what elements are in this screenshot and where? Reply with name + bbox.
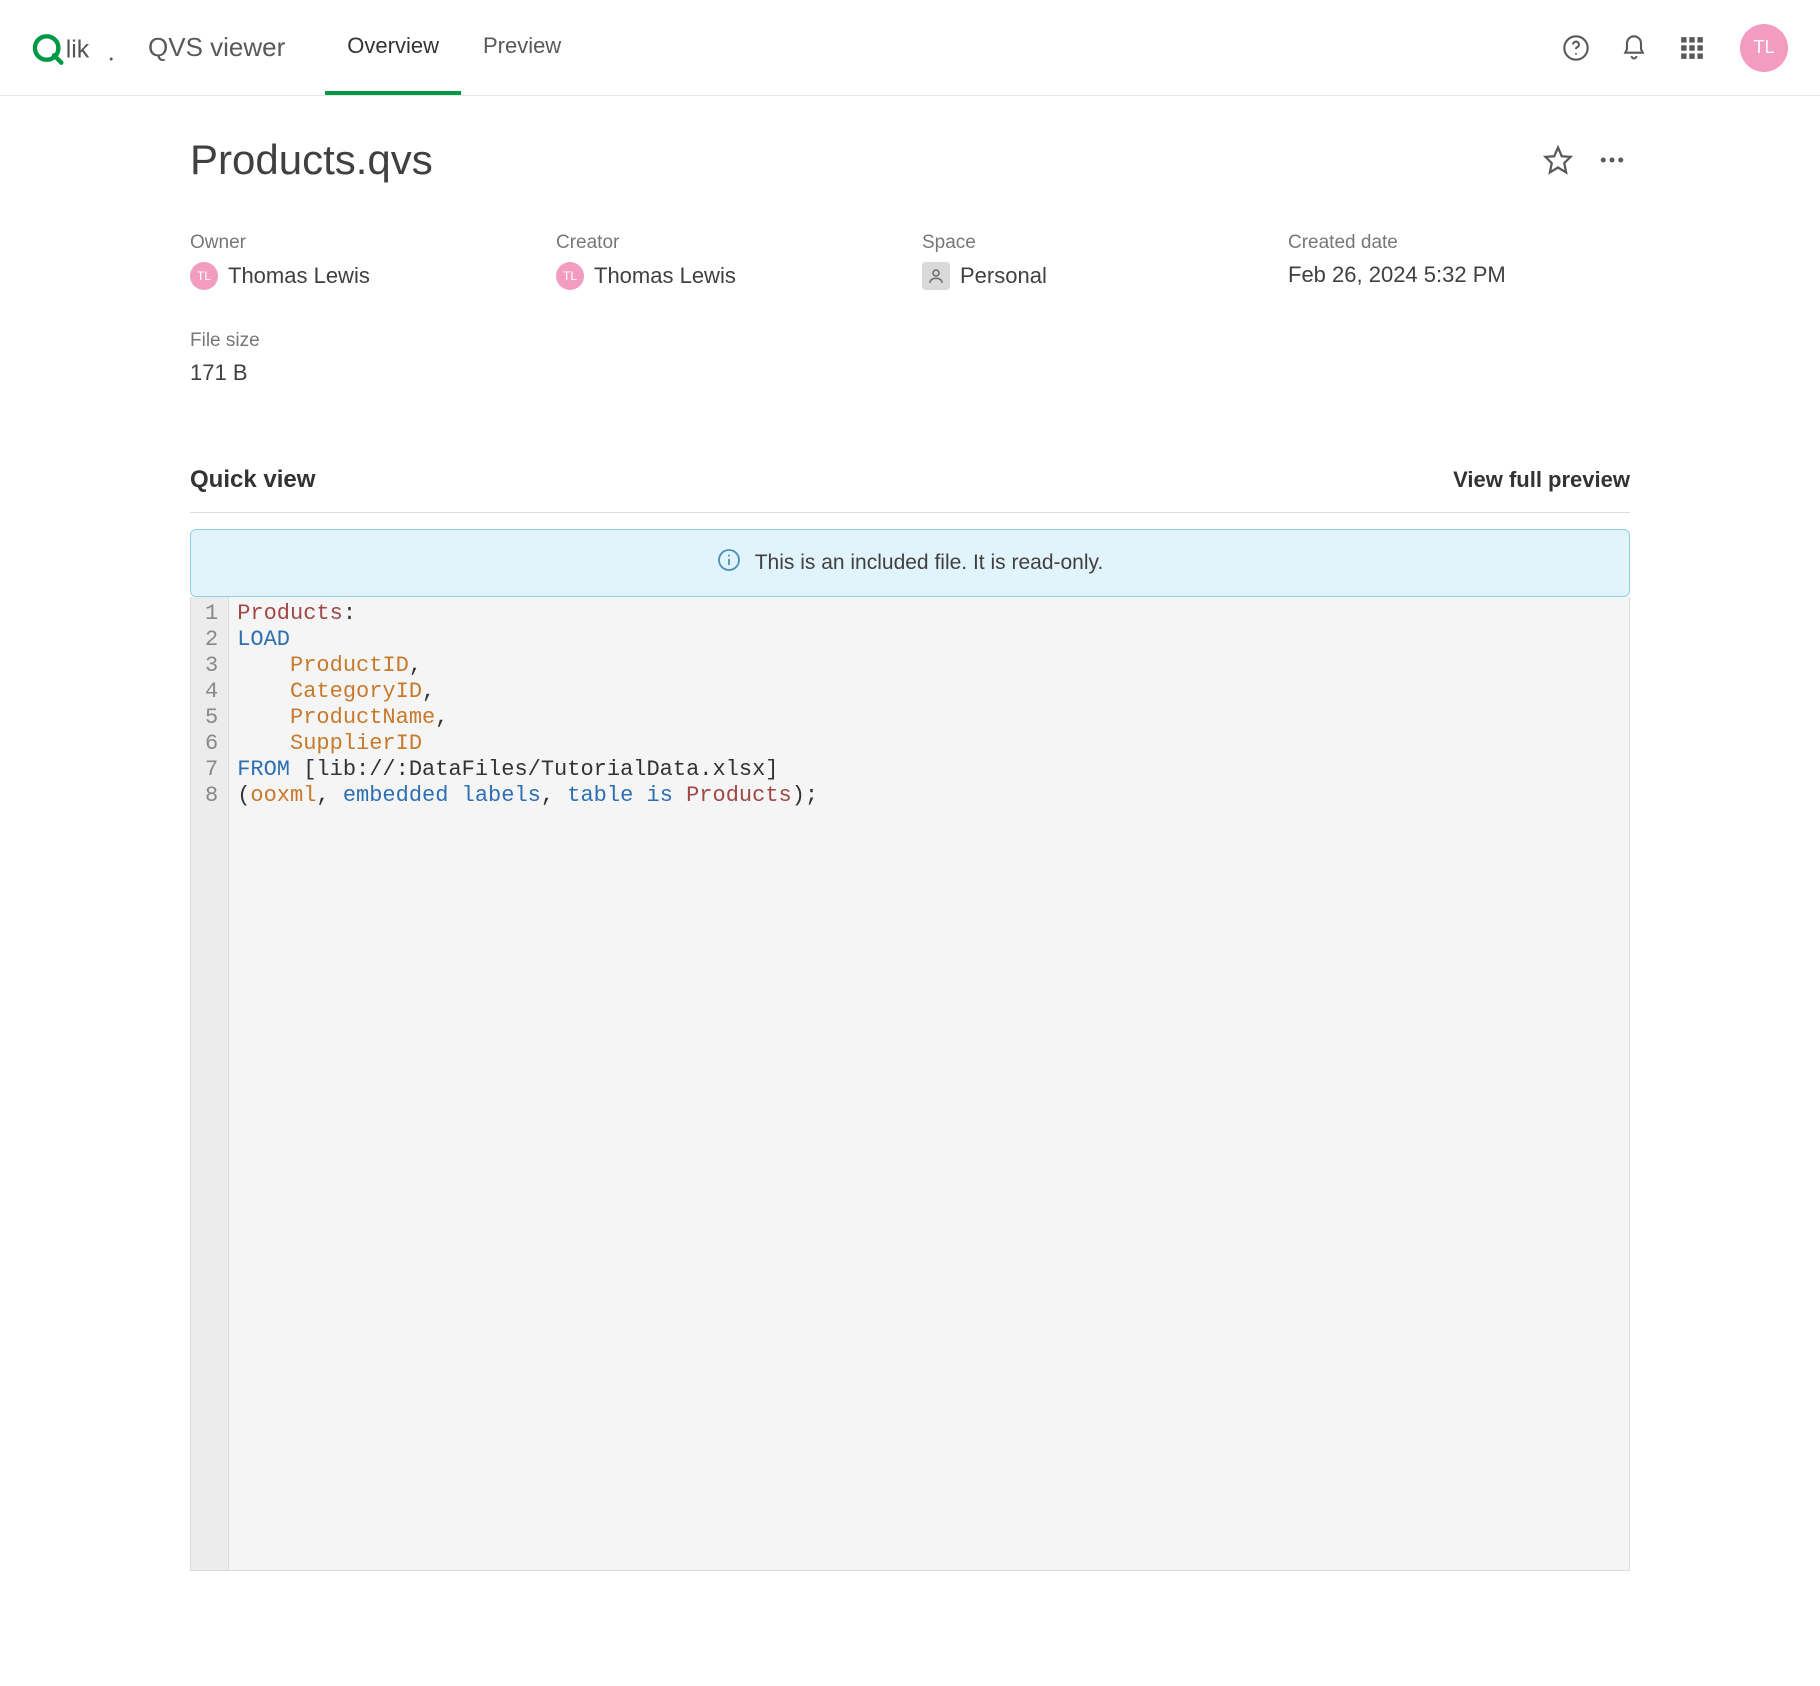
meta-filesize-value: 171 B xyxy=(190,360,532,386)
help-icon[interactable] xyxy=(1558,30,1594,66)
meta-space: Space Personal xyxy=(922,232,1264,290)
meta-owner: Owner TL Thomas Lewis xyxy=(190,232,532,290)
code-editor: 12345678 Products:LOAD ProductID, Catego… xyxy=(190,597,1630,1571)
title-row: Products.qvs xyxy=(190,136,1630,184)
meta-owner-label: Owner xyxy=(190,232,532,254)
quickview-header: Quick view View full preview xyxy=(190,466,1630,513)
meta-creator: Creator TL Thomas Lewis xyxy=(556,232,898,290)
tab-overview[interactable]: Overview xyxy=(325,0,461,95)
meta-space-value: Personal xyxy=(960,263,1047,289)
qlik-logo[interactable]: lik xyxy=(32,27,120,69)
app-title: QVS viewer xyxy=(148,32,285,63)
personal-space-icon xyxy=(922,262,950,290)
readonly-banner-text: This is an included file. It is read-onl… xyxy=(755,551,1104,575)
meta-created: Created date Feb 26, 2024 5:32 PM xyxy=(1288,232,1630,290)
creator-avatar-icon: TL xyxy=(556,262,584,290)
content-scroll[interactable]: Products.qvs Owner TL Tho xyxy=(0,96,1820,1686)
page-title: Products.qvs xyxy=(190,136,1540,184)
quickview-title: Quick view xyxy=(190,466,1453,494)
tab-preview[interactable]: Preview xyxy=(461,0,583,95)
meta-owner-value: Thomas Lewis xyxy=(228,263,370,289)
readonly-banner: This is an included file. It is read-onl… xyxy=(190,529,1630,597)
code-gutter: 12345678 xyxy=(191,597,229,1570)
meta-created-value: Feb 26, 2024 5:32 PM xyxy=(1288,262,1630,288)
topbar-actions: TL xyxy=(1558,24,1788,72)
more-actions-icon[interactable] xyxy=(1594,142,1630,178)
meta-creator-value: Thomas Lewis xyxy=(594,263,736,289)
info-icon xyxy=(717,548,741,578)
metadata-grid: Owner TL Thomas Lewis Creator TL Thomas … xyxy=(190,232,1630,386)
view-full-preview-button[interactable]: View full preview xyxy=(1453,467,1630,493)
code-content: Products:LOAD ProductID, CategoryID, Pro… xyxy=(229,597,826,1570)
meta-filesize-label: File size xyxy=(190,330,532,352)
app-launcher-icon[interactable] xyxy=(1674,30,1710,66)
favorite-icon[interactable] xyxy=(1540,142,1576,178)
notifications-icon[interactable] xyxy=(1616,30,1652,66)
meta-filesize: File size 171 B xyxy=(190,330,532,386)
meta-creator-label: Creator xyxy=(556,232,898,254)
tabs: Overview Preview xyxy=(325,0,583,95)
content: Products.qvs Owner TL Tho xyxy=(190,96,1630,1611)
user-avatar[interactable]: TL xyxy=(1740,24,1788,72)
meta-space-label: Space xyxy=(922,232,1264,254)
meta-created-label: Created date xyxy=(1288,232,1630,254)
topbar: lik QVS viewer Overview Preview xyxy=(0,0,1820,96)
svg-text:lik: lik xyxy=(66,35,90,63)
owner-avatar-icon: TL xyxy=(190,262,218,290)
